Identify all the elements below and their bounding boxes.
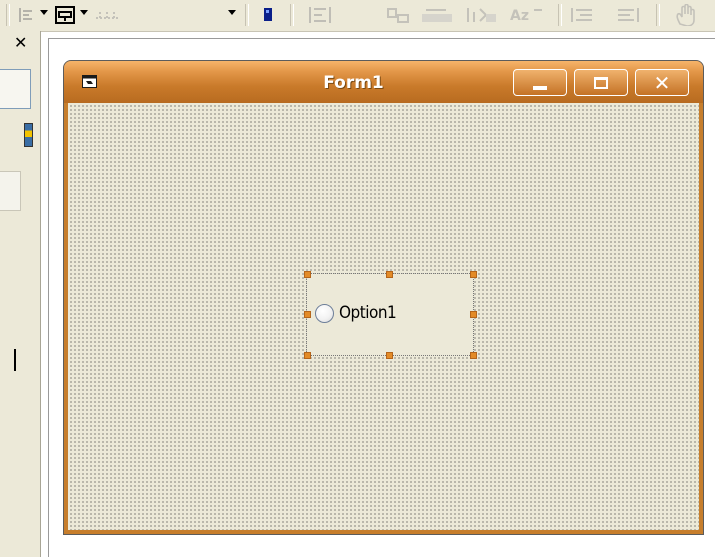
indent-icon[interactable] — [568, 2, 598, 28]
resize-handle-top[interactable] — [386, 271, 393, 278]
svg-text:Az: Az — [510, 8, 529, 24]
radio-button-icon[interactable] — [315, 304, 334, 323]
toolbar-separator — [245, 4, 249, 26]
toolbox-control-icon[interactable] — [24, 123, 33, 147]
toolbar-separator — [656, 4, 660, 26]
toolbar: Az — [0, 0, 715, 32]
center-horizontally-icon[interactable] — [384, 2, 412, 28]
vb-ide-designer: Az ✕ Form1 ✕ Option1 — [0, 0, 715, 557]
maximize-icon — [594, 76, 608, 89]
minimize-icon — [533, 85, 547, 90]
panel-input-box[interactable] — [0, 69, 31, 109]
option-button-control[interactable]: Option1 — [306, 273, 474, 356]
maximize-button[interactable] — [574, 69, 628, 96]
size-dropdown-arrow-icon[interactable] — [228, 10, 236, 15]
bring-to-front-icon[interactable] — [258, 2, 278, 28]
align-grid-icon[interactable] — [304, 2, 338, 28]
toolbar-separator — [6, 4, 10, 26]
resize-handle-bottom-right[interactable] — [470, 352, 477, 359]
font-size-icon[interactable]: Az — [506, 2, 546, 28]
outdent-icon[interactable] — [612, 2, 642, 28]
resize-handle-left[interactable] — [304, 311, 311, 318]
align-dropdown-arrow-icon[interactable] — [40, 10, 48, 15]
size-grid-icon[interactable] — [92, 2, 122, 28]
minimize-button[interactable] — [513, 69, 567, 96]
form-titlebar[interactable]: Form1 ✕ — [64, 61, 703, 103]
resize-handle-top-left[interactable] — [304, 271, 311, 278]
make-same-height-icon[interactable] — [462, 2, 500, 28]
form-window[interactable]: Form1 ✕ Option1 — [63, 60, 704, 535]
resize-handle-top-right[interactable] — [470, 271, 477, 278]
close-icon[interactable]: ✕ — [14, 35, 27, 51]
align-left-icon[interactable] — [16, 2, 38, 28]
make-same-width-icon[interactable] — [418, 2, 456, 28]
resize-handle-bottom-left[interactable] — [304, 352, 311, 359]
close-button[interactable]: ✕ — [635, 69, 689, 96]
left-side-panel: ✕ — [0, 31, 41, 557]
panel-divider-mark — [14, 349, 16, 371]
resize-handle-bottom[interactable] — [386, 352, 393, 359]
toolbar-separator — [290, 4, 294, 26]
hand-icon[interactable] — [672, 2, 706, 28]
panel-list-box[interactable] — [0, 171, 21, 211]
option-button-label: Option1 — [339, 303, 397, 323]
toolbar-separator — [558, 4, 562, 26]
resize-handle-right[interactable] — [470, 311, 477, 318]
form-layout-dropdown-arrow-icon[interactable] — [80, 10, 88, 15]
form-client-area[interactable]: Option1 — [68, 103, 699, 530]
form-layout-icon[interactable] — [52, 2, 78, 28]
close-icon: ✕ — [653, 70, 671, 95]
